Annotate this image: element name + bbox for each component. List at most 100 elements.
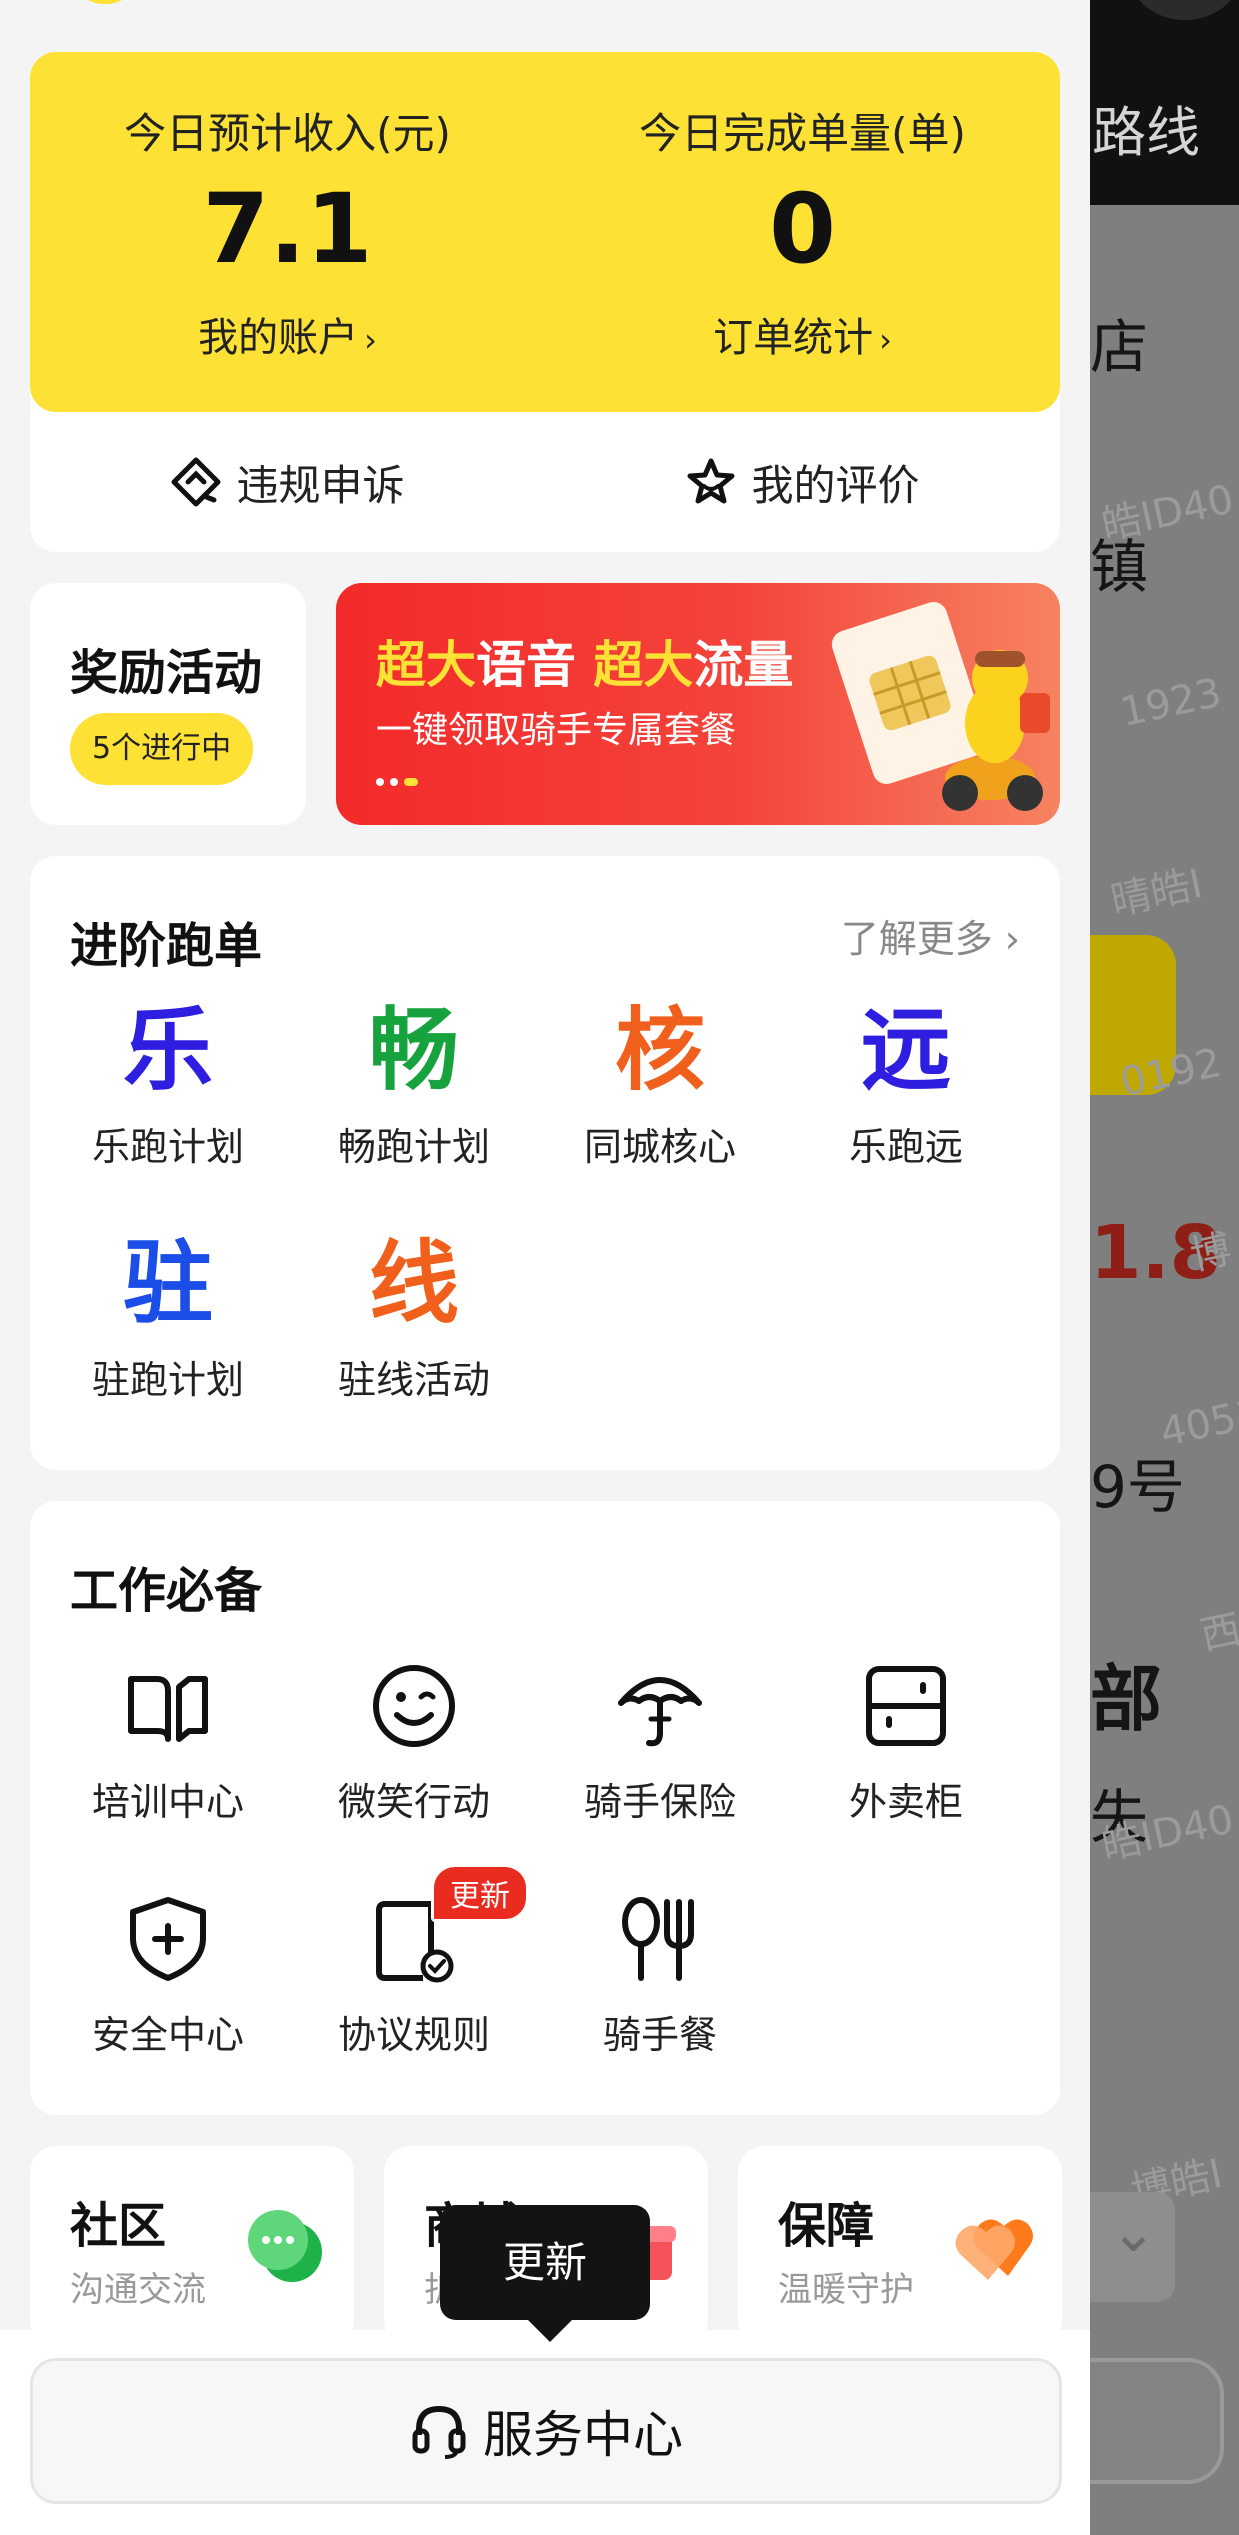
order-stats-link[interactable]: 订单统计 › — [545, 305, 1060, 363]
plan-item-zhuxian[interactable]: 线 驻线活动 — [291, 1229, 537, 1404]
community-card[interactable]: 社区 沟通交流 — [30, 2146, 354, 2346]
essential-label: 骑手保险 — [583, 1780, 736, 1824]
chat-bubble-icon — [248, 2210, 322, 2282]
plan-glyph: 乐 — [123, 998, 213, 1103]
essential-insurance[interactable]: 骑手保险 — [537, 1651, 783, 1826]
essentials-section: 工作必备 培训中心 微笑行动 骑手保险 外卖柜 安全中心 更新 协议规则 骑手餐 — [30, 1501, 1060, 2115]
background-tab-text: 路线 — [1092, 101, 1200, 164]
chevron-down-icon: ⌄ — [1110, 2200, 1157, 2265]
book-icon — [128, 1676, 208, 1742]
plan-label: 乐跑计划 — [91, 1125, 244, 1169]
essential-locker[interactable]: 外卖柜 — [783, 1651, 1029, 1826]
background-overlay[interactable]: 路线 店 镇 1.8 9号 部 失 皓ID40 1923 晴皓I 0192 博 … — [1090, 0, 1239, 2535]
essential-label: 安全中心 — [91, 2013, 244, 2057]
appeal-icon — [171, 457, 221, 507]
chevron-right-icon: › — [364, 321, 377, 359]
essential-label: 骑手餐 — [602, 2013, 717, 2057]
learn-more-link[interactable]: 了解更多 › — [841, 908, 1020, 963]
plan-glyph: 核 — [615, 998, 705, 1103]
income-label: 今日预计收入(元) — [124, 109, 451, 158]
plan-item-lepao[interactable]: 乐 乐跑计划 — [45, 996, 291, 1171]
watermark: 皓ID40 — [1097, 476, 1238, 550]
essential-label: 外卖柜 — [848, 1780, 963, 1824]
orders-value: 0 — [769, 173, 836, 285]
smile-wink-icon — [373, 1665, 455, 1747]
rating-button[interactable]: 我的评价 — [545, 412, 1060, 552]
watermark: 4051 — [1156, 1389, 1239, 1457]
banner-headline-part1: 超大 — [376, 636, 476, 694]
banner-headline-part4: 流量 — [693, 636, 794, 694]
heart-icon — [955, 2219, 1033, 2280]
essentials-title: 工作必备 — [70, 1563, 263, 1619]
guarantee-title: 保障 — [778, 2198, 875, 2254]
background-text: 部 — [1090, 1657, 1163, 1741]
plan-glyph: 驻 — [123, 1231, 213, 1336]
banner-headline-part2: 语音 — [476, 636, 594, 694]
service-center-label: 服务中心 — [483, 2406, 683, 2464]
plan-label: 驻线活动 — [337, 1358, 490, 1402]
star-icon — [687, 458, 735, 504]
banner-subline: 一键领取骑手专属套餐 — [376, 710, 737, 751]
background-bottom-button — [1090, 2358, 1224, 2484]
reward-title: 奖励活动 — [70, 645, 263, 701]
bottom-bar: 服务中心 — [0, 2330, 1090, 2535]
banner-headline-part3: 超大 — [593, 636, 694, 694]
plan-label: 驻跑计划 — [91, 1358, 244, 1402]
income-column: 今日预计收入(元) 7.1 我的账户 › — [30, 100, 545, 363]
update-badge: 更新 — [431, 1864, 529, 1922]
reward-card[interactable]: 奖励活动 5个进行中 — [30, 583, 306, 825]
essential-label: 协议规则 — [337, 2013, 490, 2057]
plan-item-core[interactable]: 核 同城核心 — [537, 996, 783, 1171]
stats-panel: 今日预计收入(元) 7.1 我的账户 › 今日完成单量(单) 0 订单统计 › — [30, 52, 1060, 412]
essential-meal[interactable]: 骑手餐 — [537, 1884, 783, 2059]
headset-icon — [412, 2405, 466, 2459]
orders-label: 今日完成单量(单) — [639, 109, 966, 158]
plan-item-zhupao[interactable]: 驻 驻跑计划 — [45, 1229, 291, 1404]
side-drawer: 今日预计收入(元) 7.1 我的账户› 今日完成单量(单) 0 订单统计› — [0, 0, 1090, 2535]
essential-safety[interactable]: 安全中心 — [45, 1884, 291, 2059]
rating-label: 我的评价 — [751, 460, 920, 510]
plan-label: 畅跑计划 — [337, 1125, 490, 1169]
guarantee-subtitle: 温暖守护 — [778, 2270, 914, 2310]
service-center-button[interactable]: 服务中心 — [30, 2358, 1062, 2504]
essential-smile[interactable]: 微笑行动 — [291, 1651, 537, 1826]
umbrella-icon — [618, 1677, 702, 1747]
my-account-label: 我的账户 — [198, 315, 359, 361]
essential-label: 培训中心 — [91, 1780, 244, 1824]
background-text: 店 — [1090, 313, 1149, 381]
watermark: 西 — [1196, 1606, 1239, 1660]
stats-card: 今日预计收入(元) 7.1 我的账户› 今日完成单量(单) 0 订单统计› — [30, 52, 1060, 552]
plan-glyph: 线 — [369, 1231, 459, 1336]
plan-glyph: 畅 — [369, 998, 459, 1103]
community-title: 社区 — [70, 2198, 167, 2254]
orders-column: 今日完成单量(单) 0 订单统计 › — [545, 100, 1060, 363]
appeal-button[interactable]: 违规申诉 — [30, 412, 545, 552]
plan-label: 乐跑远 — [848, 1125, 963, 1169]
shield-plus-icon — [130, 1897, 206, 1981]
promo-banner[interactable]: 超大语音 超大流量 一键领取骑手专属套餐 — [336, 583, 1060, 825]
quick-links-row: 违规申诉 我的评价 — [30, 412, 1060, 552]
plan-label: 同城核心 — [583, 1125, 736, 1169]
watermark: 晴皓I — [1107, 860, 1207, 925]
community-subtitle: 沟通交流 — [70, 2270, 206, 2310]
advanced-section: 进阶跑单 了解更多 › 乐 乐跑计划 畅 畅跑计划 核 同城核心 远 乐跑远 驻… — [30, 856, 1060, 1470]
plan-glyph: 远 — [861, 998, 951, 1103]
update-tooltip: 更新 — [440, 2205, 650, 2342]
locker-icon — [866, 1666, 946, 1746]
watermark: 1923 — [1116, 669, 1226, 737]
avatar-edge — [70, 0, 140, 4]
essential-agreement[interactable]: 更新 协议规则 — [291, 1864, 537, 2059]
banner-headline: 超大语音 超大流量 — [376, 625, 793, 697]
appeal-label: 违规申诉 — [236, 460, 405, 510]
banner-pagination — [376, 771, 424, 790]
plan-item-changpao[interactable]: 畅 畅跑计划 — [291, 996, 537, 1171]
sim-card-rider-illustration — [831, 602, 1050, 811]
plan-item-lepaoyuan[interactable]: 远 乐跑远 — [783, 996, 1029, 1171]
my-account-link[interactable]: 我的账户 › — [30, 305, 545, 363]
guarantee-card[interactable]: 保障 温暖守护 — [738, 2146, 1062, 2346]
chevron-right-icon: › — [879, 321, 892, 359]
reward-badge: 5个进行中 — [70, 713, 254, 785]
advanced-title: 进阶跑单 — [70, 918, 263, 974]
essential-training[interactable]: 培训中心 — [45, 1651, 291, 1826]
essential-label: 微笑行动 — [337, 1780, 490, 1824]
